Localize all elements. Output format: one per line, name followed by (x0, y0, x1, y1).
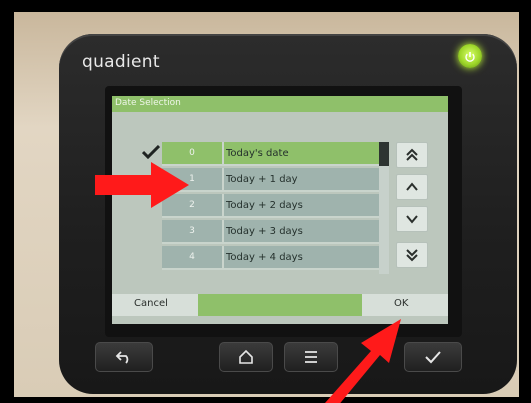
list-item[interactable]: 2 Today + 2 days (162, 194, 386, 218)
page-down-button[interactable] (396, 242, 428, 268)
ok-button[interactable]: OK (394, 298, 408, 309)
scrollbar-thumb[interactable] (379, 142, 389, 166)
check-icon (425, 351, 441, 364)
touch-screen: Date Selection 0 Today's date 1 Today + … (112, 96, 448, 324)
row-label: Today + 3 days (226, 225, 303, 237)
list-item[interactable]: 3 Today + 3 days (162, 220, 386, 244)
home-button[interactable] (219, 342, 273, 372)
title-bar: Date Selection (112, 96, 448, 112)
power-icon (464, 48, 476, 62)
power-button[interactable] (458, 44, 482, 68)
row-index: 4 (162, 246, 224, 268)
down-chevron-icon (406, 215, 418, 224)
red-arrow-annotation (95, 162, 189, 208)
home-icon (239, 349, 253, 364)
cancel-button[interactable]: Cancel (134, 298, 168, 309)
back-button[interactable] (95, 342, 153, 372)
scroll-down-button[interactable] (396, 206, 428, 232)
brand-logo: quadient (82, 52, 160, 72)
row-label: Today + 2 days (226, 199, 303, 211)
list-item[interactable]: 0 Today's date (162, 142, 386, 166)
check-icon (141, 144, 161, 160)
screen-title: Date Selection (115, 98, 181, 108)
back-icon (115, 351, 129, 364)
row-label: Today + 4 days (226, 251, 303, 263)
double-down-chevron-icon (406, 249, 418, 262)
confirm-button[interactable] (404, 342, 462, 372)
double-up-chevron-icon (406, 148, 418, 161)
row-label: Today's date (226, 147, 289, 159)
page-up-button[interactable] (396, 142, 428, 168)
list-item[interactable]: 4 Today + 4 days (162, 246, 386, 270)
list-item[interactable]: 1 Today + 1 day (162, 168, 386, 192)
scroll-up-button[interactable] (396, 174, 428, 200)
row-label: Today + 1 day (226, 173, 298, 185)
up-chevron-icon (406, 182, 418, 191)
red-arrow-annotation (325, 319, 401, 403)
row-index: 3 (162, 220, 224, 242)
date-options-list: 0 Today's date 1 Today + 1 day 2 Today +… (162, 142, 386, 274)
